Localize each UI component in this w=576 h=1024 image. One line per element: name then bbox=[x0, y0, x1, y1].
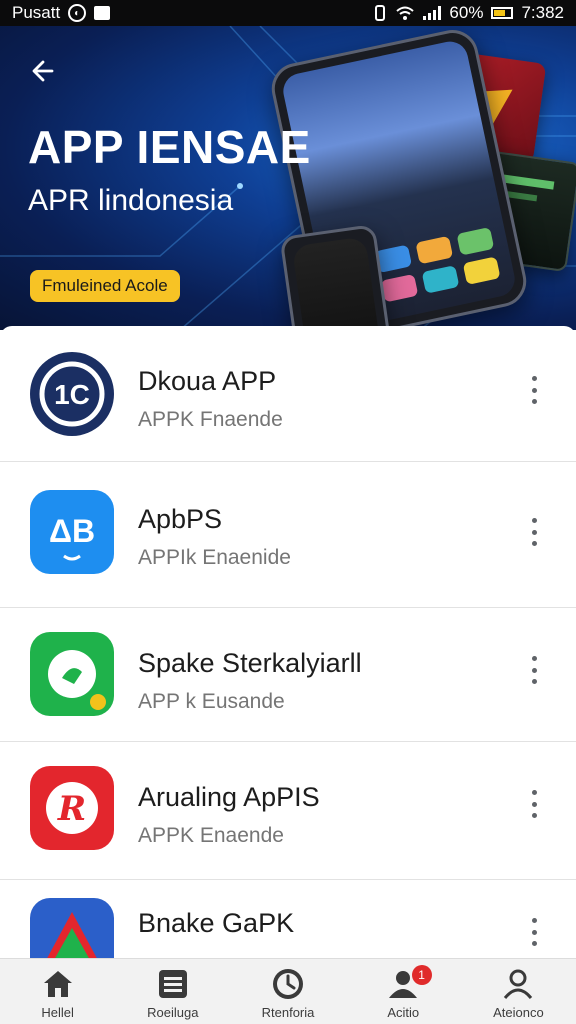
app-subtitle: APP k Eusande bbox=[138, 690, 285, 713]
hero-banner: APP IENSAE APR lindonesia Fmuleined Acol… bbox=[0, 26, 576, 330]
app-icon-blue: ΔB bbox=[30, 490, 114, 574]
more-options-icon[interactable] bbox=[524, 654, 544, 686]
more-options-icon[interactable] bbox=[524, 916, 544, 948]
list-item[interactable]: Spake Sterkalyiarll APP k Eusande bbox=[0, 608, 576, 742]
app-icon-red: R bbox=[30, 766, 114, 850]
app-icon-green bbox=[30, 632, 114, 716]
nav-item-notifications[interactable]: 1 Acitio bbox=[346, 959, 461, 1024]
app-name: ApbPS bbox=[138, 504, 223, 534]
notification-badge: 1 bbox=[411, 965, 432, 985]
arrow-left-icon bbox=[32, 60, 54, 82]
list-item[interactable]: R Arualing ApPIS APPK Enaende bbox=[0, 742, 576, 880]
home-icon bbox=[40, 967, 76, 1001]
sync-icon: ◐ bbox=[68, 4, 87, 22]
clock-icon bbox=[270, 967, 306, 1001]
message-icon bbox=[94, 6, 111, 20]
app-name: Bnake GaPK bbox=[138, 908, 295, 938]
list-item[interactable]: 1C Dkoua APP APPK Fnaende bbox=[0, 326, 576, 462]
app-name: Dkoua APP bbox=[138, 366, 277, 396]
clock-time: 7:382 bbox=[521, 3, 564, 22]
hero-title: APP IENSAE bbox=[28, 121, 311, 173]
more-options-icon[interactable] bbox=[524, 374, 544, 406]
nav-item-list[interactable]: Roeiluga bbox=[115, 959, 230, 1024]
app-icon-triangle bbox=[30, 898, 114, 958]
vibrate-icon bbox=[373, 5, 387, 21]
nav-label: Hellel bbox=[41, 1005, 74, 1020]
carrier-label: Pusatt bbox=[12, 3, 61, 22]
list-icon bbox=[155, 967, 191, 1001]
battery-percent: 60% bbox=[449, 3, 484, 22]
more-options-icon[interactable] bbox=[524, 516, 544, 548]
hero-phone-small-image bbox=[279, 223, 393, 330]
hero-badge-button[interactable]: Fmuleined Acole bbox=[30, 270, 180, 302]
nav-label: Roeiluga bbox=[147, 1005, 199, 1020]
nav-label: Rtenforia bbox=[261, 1005, 315, 1020]
svg-text:R: R bbox=[57, 789, 86, 829]
svg-text:ΔB: ΔB bbox=[49, 513, 95, 549]
nav-item-home[interactable]: Hellel bbox=[0, 959, 115, 1024]
list-item[interactable]: ΔB ApbPS APPIk Enaenide bbox=[0, 462, 576, 608]
status-bar: Pusatt ◐ 60% 7:382 bbox=[0, 0, 576, 26]
nav-label: Acitio bbox=[387, 1005, 420, 1020]
app-list: 1C Dkoua APP APPK Fnaende ΔB ApbPS APPIk… bbox=[0, 326, 576, 958]
app-name: Spake Sterkalyiarll bbox=[138, 648, 362, 678]
wifi-icon bbox=[395, 5, 415, 21]
hero-subtitle: APR lindonesia bbox=[28, 184, 234, 217]
profile-icon bbox=[500, 967, 536, 1001]
app-icon-navy: 1C bbox=[30, 352, 114, 436]
nav-item-recent[interactable]: Rtenforia bbox=[230, 959, 345, 1024]
app-subtitle: APPK Fnaende bbox=[138, 408, 283, 431]
battery-icon bbox=[491, 7, 514, 19]
app-subtitle: APPIk Enaenide bbox=[138, 546, 291, 569]
list-item[interactable]: Bnake GaPK bbox=[0, 880, 576, 958]
app-subtitle: APPK Enaende bbox=[138, 824, 284, 847]
nav-label: Ateionco bbox=[493, 1005, 544, 1020]
bottom-navigation: Hellel Roeiluga Rtenforia 1 Acitio Ateio… bbox=[0, 958, 576, 1024]
back-button[interactable] bbox=[26, 54, 60, 88]
nav-item-profile[interactable]: Ateionco bbox=[461, 959, 576, 1024]
more-options-icon[interactable] bbox=[524, 788, 544, 820]
app-name: Arualing ApPIS bbox=[138, 782, 320, 812]
signal-icon bbox=[423, 6, 442, 20]
svg-text:1C: 1C bbox=[54, 379, 90, 410]
